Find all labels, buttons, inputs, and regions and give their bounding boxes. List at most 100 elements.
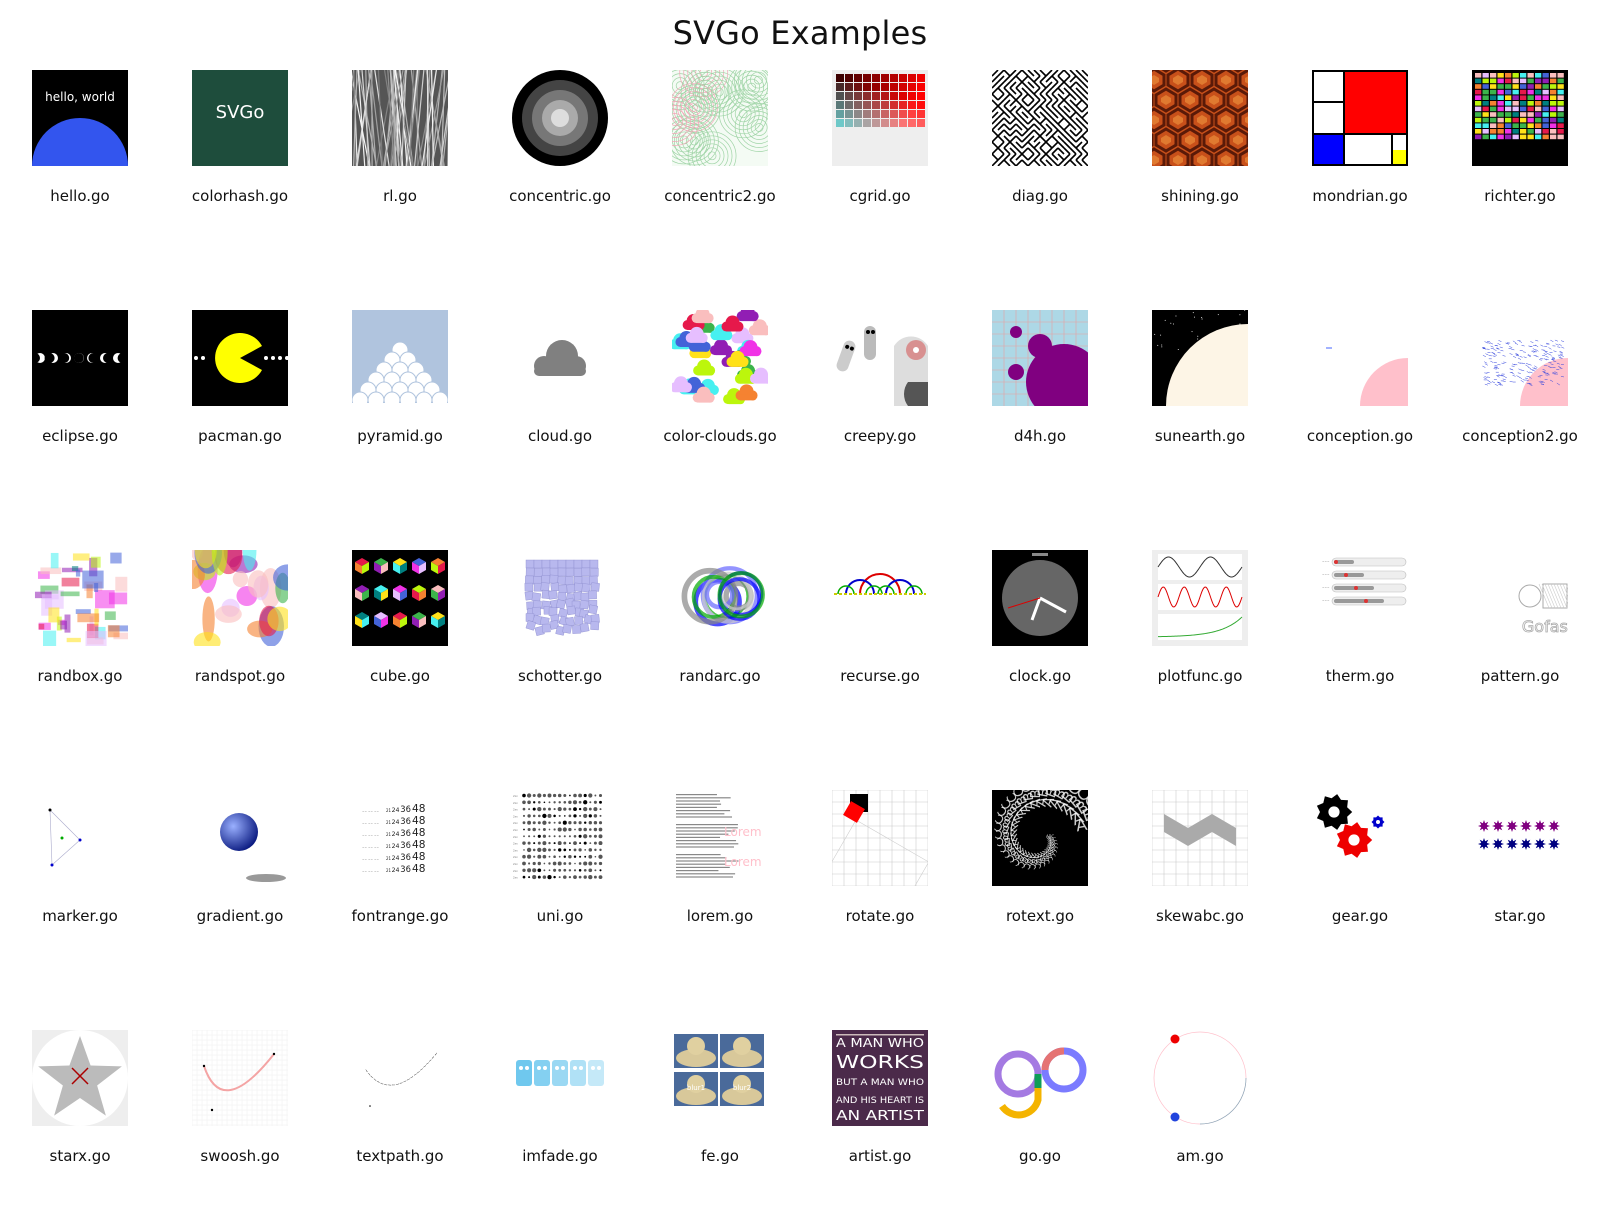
example-label[interactable]: swoosh.go xyxy=(160,1147,320,1165)
example-label[interactable]: starx.go xyxy=(0,1147,160,1165)
example-thumbnail[interactable] xyxy=(832,70,928,166)
example-thumbnail[interactable]: ABCABCABCABCABCABCABCABCABCABCABCABCABCA… xyxy=(992,790,1088,886)
example-label[interactable]: skewabc.go xyxy=(1120,907,1280,925)
example-label[interactable]: colorhash.go xyxy=(160,187,320,205)
example-thumbnail[interactable] xyxy=(352,70,448,166)
example-label[interactable]: uni.go xyxy=(480,907,640,925)
example-thumbnail[interactable] xyxy=(1472,310,1568,406)
example-tile[interactable]: ~~~~~~~~~~~~~~~~~~~~~~~~ textpath.go xyxy=(320,1030,480,1220)
example-thumbnail[interactable] xyxy=(1152,1030,1248,1126)
example-tile[interactable]: swoosh.go xyxy=(160,1030,320,1220)
example-label[interactable]: recurse.go xyxy=(800,667,960,685)
example-tile[interactable]: eclipse.go xyxy=(0,310,160,500)
example-thumbnail[interactable] xyxy=(32,550,128,646)
example-thumbnail[interactable] xyxy=(832,790,928,886)
example-tile[interactable]: mondrian.go xyxy=(1280,70,1440,260)
example-label[interactable]: conception2.go xyxy=(1440,427,1600,445)
example-tile[interactable]: ~~ ~~ ~~21243648~~ ~~ ~~21243648~~ ~~ ~~… xyxy=(320,790,480,980)
example-label[interactable]: artist.go xyxy=(800,1147,960,1165)
example-label[interactable]: randspot.go xyxy=(160,667,320,685)
example-label[interactable]: therm.go xyxy=(1280,667,1440,685)
example-thumbnail[interactable] xyxy=(672,70,768,166)
example-label[interactable]: pattern.go xyxy=(1440,667,1600,685)
example-label[interactable]: rotext.go xyxy=(960,907,1120,925)
example-tile[interactable]: LoremLoremlorem.go xyxy=(640,790,800,980)
example-label[interactable]: textpath.go xyxy=(320,1147,480,1165)
example-thumbnail[interactable] xyxy=(32,310,128,406)
example-tile[interactable]: randbox.go xyxy=(0,550,160,740)
example-thumbnail[interactable] xyxy=(1472,70,1568,166)
example-thumbnail[interactable] xyxy=(1152,550,1248,646)
example-tile[interactable]: cloud.go xyxy=(480,310,640,500)
example-tile[interactable]: color-clouds.go xyxy=(640,310,800,500)
example-thumbnail[interactable] xyxy=(1472,790,1568,886)
example-label[interactable]: gear.go xyxy=(1280,907,1440,925)
example-thumbnail[interactable]: LoremLorem xyxy=(672,790,768,886)
example-thumbnail[interactable] xyxy=(992,310,1088,406)
example-thumbnail[interactable] xyxy=(672,550,768,646)
example-thumbnail[interactable] xyxy=(992,1030,1088,1126)
example-tile[interactable]: starx.go xyxy=(0,1030,160,1220)
example-label[interactable]: cloud.go xyxy=(480,427,640,445)
example-tile[interactable]: cube.go xyxy=(320,550,480,740)
example-tile[interactable]: A MAN WHOWORKSBUT A MAN WHOAND HIS HEART… xyxy=(800,1030,960,1220)
example-tile[interactable]: gradient.go xyxy=(160,790,320,980)
example-label[interactable]: go.go xyxy=(960,1147,1120,1165)
example-label[interactable]: hello.go xyxy=(0,187,160,205)
example-tile[interactable]: gear.go xyxy=(1280,790,1440,980)
example-tile[interactable]: pyramid.go xyxy=(320,310,480,500)
example-tile[interactable]: pacman.go xyxy=(160,310,320,500)
example-tile[interactable]: ~~~~~~~~~~~~therm.go xyxy=(1280,550,1440,740)
example-label[interactable]: schotter.go xyxy=(480,667,640,685)
example-thumbnail[interactable] xyxy=(192,310,288,406)
example-tile[interactable]: concentric2.go xyxy=(640,70,800,260)
example-label[interactable]: rl.go xyxy=(320,187,480,205)
example-thumbnail[interactable] xyxy=(1312,310,1408,406)
example-label[interactable]: concentric.go xyxy=(480,187,640,205)
example-tile[interactable]: marker.go xyxy=(0,790,160,980)
example-thumbnail[interactable] xyxy=(352,550,448,646)
example-label[interactable]: concentric2.go xyxy=(640,187,800,205)
example-thumbnail[interactable] xyxy=(992,550,1088,646)
example-tile[interactable]: SVGocolorhash.go xyxy=(160,70,320,260)
example-thumbnail[interactable]: A MAN WHOWORKSBUT A MAN WHOAND HIS HEART… xyxy=(832,1030,928,1126)
example-tile[interactable]: concentric.go xyxy=(480,70,640,260)
example-tile[interactable]: clock.go xyxy=(960,550,1120,740)
example-label[interactable]: d4h.go xyxy=(960,427,1120,445)
example-label[interactable]: imfade.go xyxy=(480,1147,640,1165)
example-label[interactable]: sunearth.go xyxy=(1120,427,1280,445)
example-tile[interactable]: recurse.go xyxy=(800,550,960,740)
example-tile[interactable]: conception2.go xyxy=(1440,310,1600,500)
example-thumbnail[interactable]: hello, world xyxy=(32,70,128,166)
example-tile[interactable]: cgrid.go xyxy=(800,70,960,260)
example-tile[interactable]: plotfunc.go xyxy=(1120,550,1280,740)
example-label[interactable]: pacman.go xyxy=(160,427,320,445)
example-tile[interactable]: blur1blur2fe.go xyxy=(640,1030,800,1220)
example-tile[interactable]: d4h.go xyxy=(960,310,1120,500)
example-thumbnail[interactable] xyxy=(1152,790,1248,886)
example-tile[interactable]: randspot.go xyxy=(160,550,320,740)
example-tile[interactable]: rl.go xyxy=(320,70,480,260)
example-label[interactable]: richter.go xyxy=(1440,187,1600,205)
example-label[interactable]: randbox.go xyxy=(0,667,160,685)
example-tile[interactable]: creepy.go xyxy=(800,310,960,500)
example-tile[interactable]: hello, world hello.go xyxy=(0,70,160,260)
example-thumbnail[interactable] xyxy=(832,550,928,646)
example-label[interactable]: randarc.go xyxy=(640,667,800,685)
example-label[interactable]: color-clouds.go xyxy=(640,427,800,445)
example-label[interactable]: shining.go xyxy=(1120,187,1280,205)
example-thumbnail[interactable] xyxy=(1312,790,1408,886)
example-thumbnail[interactable] xyxy=(992,70,1088,166)
example-label[interactable]: gradient.go xyxy=(160,907,320,925)
example-tile[interactable]: sunearth.go xyxy=(1120,310,1280,500)
example-label[interactable]: pyramid.go xyxy=(320,427,480,445)
example-thumbnail[interactable] xyxy=(512,310,608,406)
example-label[interactable]: diag.go xyxy=(960,187,1120,205)
example-tile[interactable]: star.go xyxy=(1440,790,1600,980)
example-thumbnail[interactable] xyxy=(32,790,128,886)
example-label[interactable]: fontrange.go xyxy=(320,907,480,925)
example-thumbnail[interactable]: ~~~~~~~~~~~~~~~~~~~~~~~~ xyxy=(352,1030,448,1126)
example-tile[interactable]: randarc.go xyxy=(640,550,800,740)
example-thumbnail[interactable] xyxy=(512,1030,608,1126)
example-tile[interactable]: rotate.go xyxy=(800,790,960,980)
